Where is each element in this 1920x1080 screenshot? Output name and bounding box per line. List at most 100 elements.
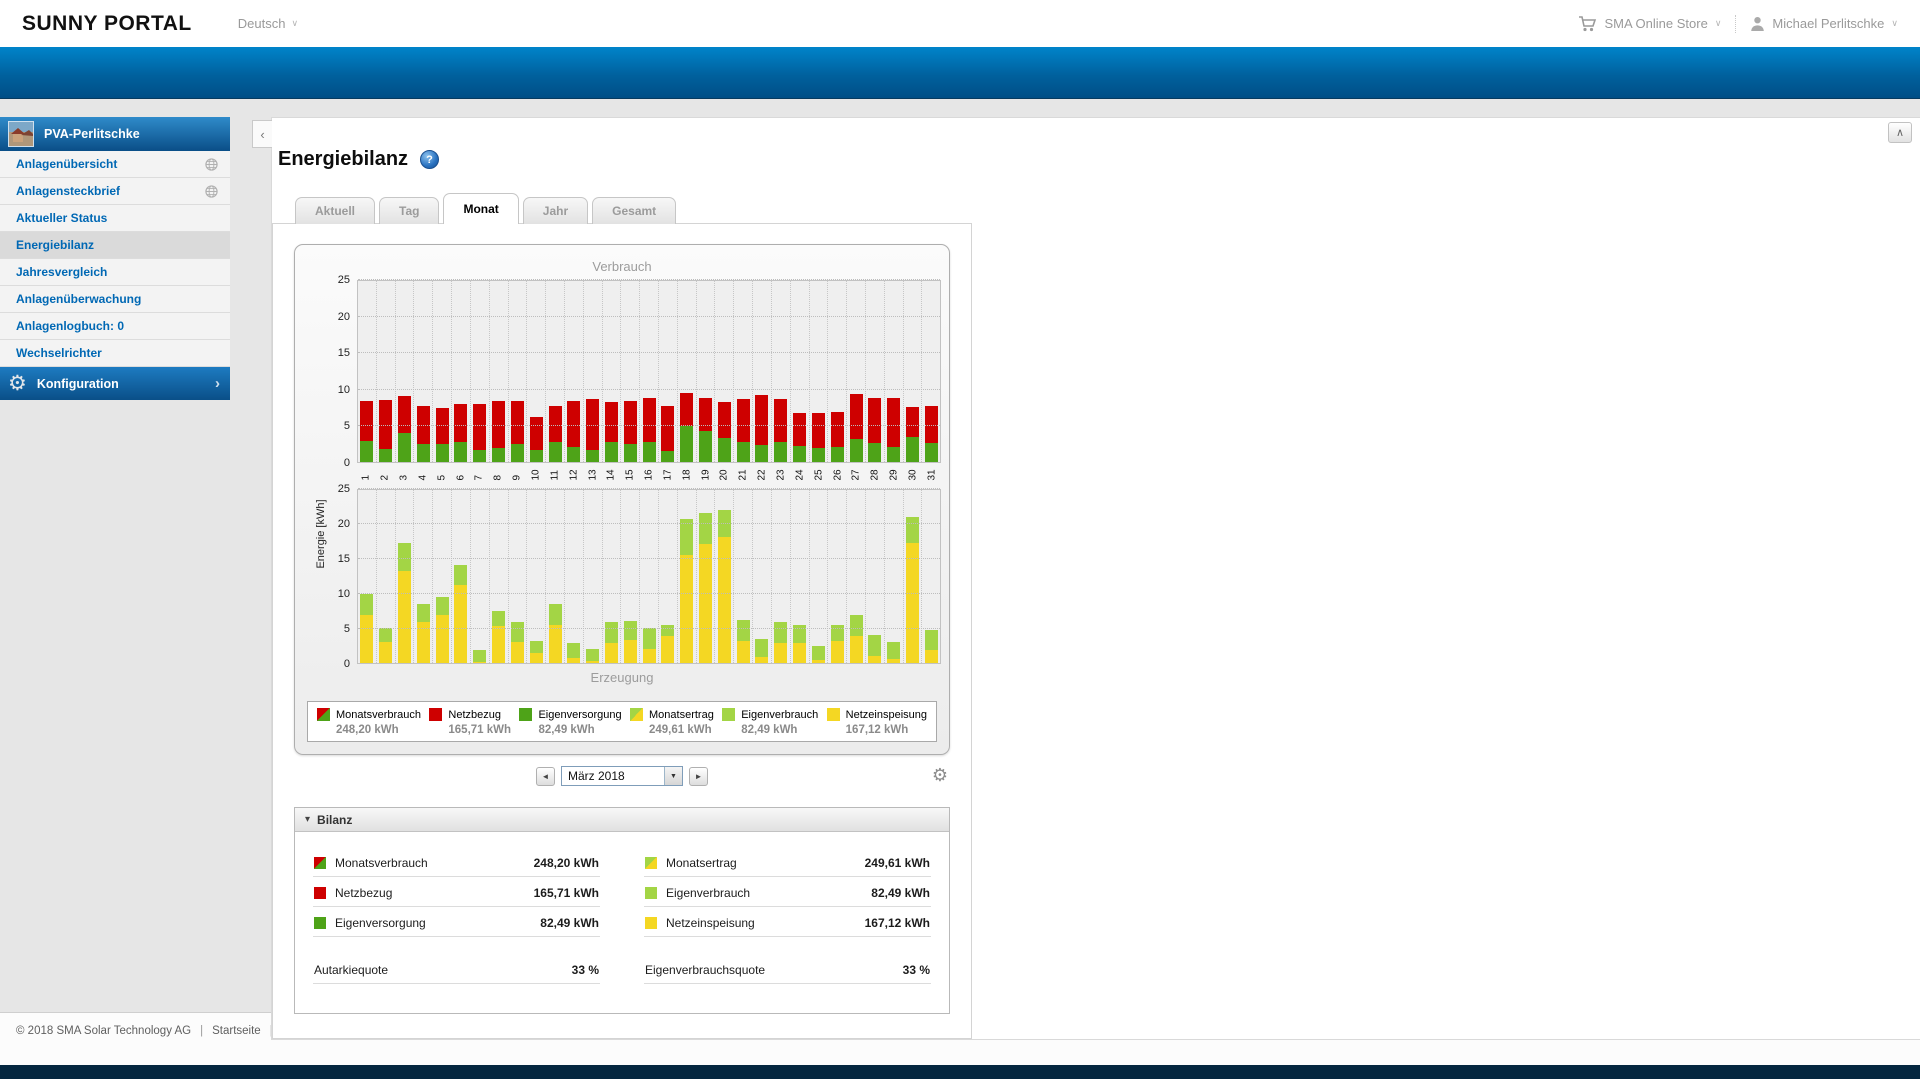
stacked-bar-day-13[interactable] bbox=[586, 399, 600, 462]
sidebar-item-aktueller-status[interactable]: Aktueller Status bbox=[0, 205, 230, 232]
stacked-bar-day-30[interactable] bbox=[905, 516, 919, 663]
stacked-bar-day-14[interactable] bbox=[604, 402, 618, 462]
stacked-bar-day-25[interactable] bbox=[811, 646, 825, 663]
stacked-bar-day-27[interactable] bbox=[849, 393, 863, 462]
language-dropdown[interactable]: Deutsch ∨ bbox=[238, 16, 298, 31]
stacked-bar-day-26[interactable] bbox=[830, 624, 844, 663]
stacked-bar-day-22[interactable] bbox=[755, 638, 769, 663]
tab-tag[interactable]: Tag bbox=[379, 197, 440, 224]
scroll-top-button[interactable]: ∧ bbox=[1888, 122, 1912, 143]
stacked-bar-day-9[interactable] bbox=[510, 401, 524, 462]
stacked-bar-day-16[interactable] bbox=[642, 628, 656, 663]
stacked-bar-day-13[interactable] bbox=[586, 649, 600, 663]
stacked-bar-day-15[interactable] bbox=[623, 400, 637, 462]
stacked-bar-day-6[interactable] bbox=[454, 404, 468, 462]
sidebar-item-anlagen-berwachung[interactable]: Anlagenüberwachung bbox=[0, 286, 230, 313]
stacked-bar-day-2[interactable] bbox=[379, 628, 393, 663]
bar-segment-eigenverbrauch bbox=[811, 646, 825, 661]
sidebar-item-wechselrichter[interactable]: Wechselrichter bbox=[0, 340, 230, 367]
sidebar-item-konfiguration[interactable]: ⚙ Konfiguration › bbox=[0, 367, 230, 400]
bilanz-header[interactable]: ▾ Bilanz bbox=[295, 808, 949, 832]
stacked-bar-day-29[interactable] bbox=[887, 397, 901, 462]
stacked-bar-day-7[interactable] bbox=[473, 404, 487, 462]
stacked-bar-day-10[interactable] bbox=[529, 641, 543, 663]
next-month-button[interactable]: ► bbox=[689, 766, 708, 786]
stacked-bar-day-22[interactable] bbox=[755, 395, 769, 462]
x-day-label: 19 bbox=[700, 469, 712, 481]
legend-label: Eigenversorgung bbox=[538, 708, 622, 721]
day-slot bbox=[546, 281, 565, 462]
stacked-bar-day-7[interactable] bbox=[473, 649, 487, 663]
stacked-bar-day-11[interactable] bbox=[548, 406, 562, 462]
sidebar-item-jahresvergleich[interactable]: Jahresvergleich bbox=[0, 259, 230, 286]
stacked-bar-day-4[interactable] bbox=[416, 406, 430, 462]
stacked-bar-day-18[interactable] bbox=[680, 518, 694, 663]
stacked-bar-day-11[interactable] bbox=[548, 603, 562, 663]
sidebar-item-anlagensteckbrief[interactable]: Anlagensteckbrief bbox=[0, 178, 230, 205]
stacked-bar-day-21[interactable] bbox=[736, 619, 750, 663]
stacked-bar-day-1[interactable] bbox=[360, 401, 374, 462]
stacked-bar-day-27[interactable] bbox=[849, 615, 863, 663]
tab-aktuell[interactable]: Aktuell bbox=[295, 197, 376, 224]
stacked-bar-day-10[interactable] bbox=[529, 416, 543, 462]
sidebar-item-anlagen-bersicht[interactable]: Anlagenübersicht bbox=[0, 151, 230, 178]
stacked-bar-day-3[interactable] bbox=[398, 542, 412, 663]
chevron-down-icon: ∨ bbox=[291, 18, 299, 28]
stacked-bar-day-18[interactable] bbox=[680, 393, 694, 462]
bilanz-value: 82,49 kWh bbox=[540, 916, 599, 930]
x-day-slot: 23 bbox=[772, 463, 791, 489]
bar-segment-netzeinspeisung bbox=[868, 656, 882, 663]
stacked-bar-day-12[interactable] bbox=[567, 401, 581, 462]
stacked-bar-day-2[interactable] bbox=[379, 399, 393, 462]
footer-link-startseite[interactable]: Startseite bbox=[212, 1025, 261, 1037]
stacked-bar-day-8[interactable] bbox=[492, 401, 506, 462]
stacked-bar-day-28[interactable] bbox=[868, 635, 882, 663]
stacked-bar-day-20[interactable] bbox=[717, 510, 731, 663]
stacked-bar-day-16[interactable] bbox=[642, 397, 656, 462]
stacked-bar-day-28[interactable] bbox=[868, 397, 882, 462]
stacked-bar-day-25[interactable] bbox=[811, 412, 825, 462]
bar-segment-eigenversorgung bbox=[567, 447, 581, 462]
help-icon[interactable]: ? bbox=[420, 150, 440, 169]
stacked-bar-day-30[interactable] bbox=[905, 407, 919, 462]
stacked-bar-day-31[interactable] bbox=[924, 405, 938, 462]
day-slot bbox=[697, 490, 716, 663]
stacked-bar-day-17[interactable] bbox=[661, 624, 675, 663]
online-store-menu[interactable]: SMA Online Store ∨ bbox=[1578, 15, 1721, 32]
previous-month-button[interactable]: ◄ bbox=[536, 766, 555, 786]
month-select[interactable]: März 2018 ▼ bbox=[561, 766, 683, 786]
user-menu[interactable]: Michael Perlitschke ∨ bbox=[1750, 16, 1898, 32]
bar-segment-eigenverbrauch bbox=[623, 621, 637, 640]
legend-value: 82,49 kWh bbox=[538, 724, 595, 736]
sidebar-item-energiebilanz[interactable]: Energiebilanz bbox=[0, 232, 230, 259]
x-day-label: 2 bbox=[379, 474, 391, 481]
stacked-bar-day-20[interactable] bbox=[717, 402, 731, 462]
stacked-bar-day-6[interactable] bbox=[454, 565, 468, 663]
chart-settings-gear-icon[interactable]: ⚙ bbox=[932, 765, 948, 786]
stacked-bar-day-8[interactable] bbox=[492, 610, 506, 663]
stacked-bar-day-17[interactable] bbox=[661, 405, 675, 462]
tab-monat[interactable]: Monat bbox=[443, 193, 519, 225]
stacked-bar-day-31[interactable] bbox=[924, 630, 938, 663]
stacked-bar-day-3[interactable] bbox=[398, 396, 412, 462]
sidebar-collapse-button[interactable]: ‹ bbox=[252, 120, 272, 148]
stacked-bar-day-21[interactable] bbox=[736, 399, 750, 462]
tab-gesamt[interactable]: Gesamt bbox=[592, 197, 677, 224]
bilanz-value: 248,20 kWh bbox=[533, 856, 599, 870]
stacked-bar-day-19[interactable] bbox=[699, 512, 713, 663]
stacked-bar-day-24[interactable] bbox=[793, 625, 807, 663]
stacked-bar-day-12[interactable] bbox=[567, 642, 581, 663]
stacked-bar-day-5[interactable] bbox=[435, 596, 449, 663]
bar-segment-netzbezug bbox=[736, 399, 750, 442]
stacked-bar-day-26[interactable] bbox=[830, 411, 844, 462]
stacked-bar-day-5[interactable] bbox=[435, 407, 449, 462]
stacked-bar-day-23[interactable] bbox=[774, 399, 788, 462]
stacked-bar-day-19[interactable] bbox=[699, 397, 713, 462]
stacked-bar-day-4[interactable] bbox=[416, 603, 430, 663]
tab-jahr[interactable]: Jahr bbox=[522, 197, 589, 224]
stacked-bar-day-29[interactable] bbox=[887, 642, 901, 663]
sidebar-item-anlagenlogbuch-[interactable]: Anlagenlogbuch: 0 bbox=[0, 313, 230, 340]
stacked-bar-day-24[interactable] bbox=[793, 412, 807, 462]
plant-header[interactable]: PVA-Perlitschke bbox=[0, 117, 230, 151]
bilanz-label: Netzbezug bbox=[335, 886, 393, 900]
